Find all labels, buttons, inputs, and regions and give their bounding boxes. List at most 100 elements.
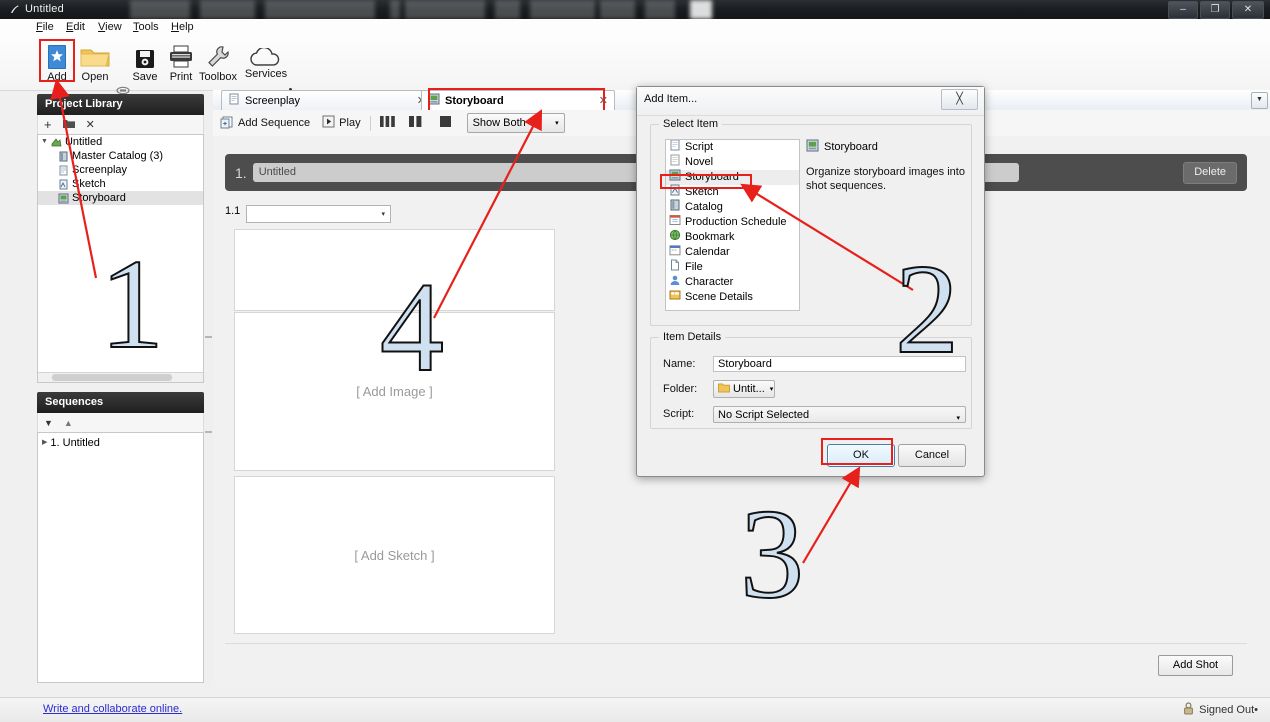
toolbar-open-button[interactable]: Open (70, 40, 120, 83)
toolbar-services-label: Services (238, 68, 294, 80)
titlebar-ghost-artifact (265, 0, 375, 19)
cancel-button[interactable]: Cancel (898, 444, 966, 467)
storyboard-icon (806, 139, 819, 155)
new-folder-icon[interactable] (63, 118, 75, 132)
close-button[interactable]: ✕ (1232, 1, 1264, 19)
add-item-icon[interactable]: + (44, 117, 52, 132)
move-up-icon[interactable]: ▲ (64, 418, 73, 428)
tree-item-master-catalog[interactable]: Master Catalog (3) (38, 149, 203, 163)
sketch-icon (58, 179, 69, 190)
list-item-novel[interactable]: Novel (666, 155, 799, 170)
tree-item-sketch[interactable]: Sketch (38, 177, 203, 191)
show-mode-dropdown[interactable]: Show Both ▾ (467, 113, 565, 133)
three-column-view-icon[interactable] (380, 115, 395, 131)
user-lock-icon (1183, 702, 1194, 718)
list-item-label: Script (685, 140, 713, 155)
titlebar-ghost-artifact (495, 0, 520, 19)
menubar: FFileile Edit View Tools Help (0, 19, 1270, 37)
dialog-titlebar: Add Item... ╳ (637, 87, 984, 116)
single-column-view-icon[interactable] (440, 115, 451, 131)
titlebar-ghost-artifact (645, 0, 675, 19)
annotation-number-4: 4 (380, 263, 444, 391)
shot-number-label: 1.1 (225, 205, 240, 217)
add-sequence-label: Add Sequence (238, 117, 310, 129)
move-down-icon[interactable]: ▼ (44, 418, 53, 428)
list-item-catalog[interactable]: Catalog (666, 200, 799, 215)
remove-item-icon[interactable]: ✕ (86, 118, 95, 131)
panel-splitter[interactable] (204, 94, 213, 691)
name-field-label: Name: (663, 358, 695, 370)
show-mode-label: Show Both (473, 117, 526, 129)
tab-screenplay[interactable]: Screenplay ✕ (221, 90, 433, 110)
menu-edit[interactable]: Edit (62, 21, 89, 33)
menu-help[interactable]: Help (167, 21, 198, 33)
folder-dropdown-button[interactable]: Untit... ▾ (713, 380, 775, 398)
titlebar-ghost-artifact (530, 0, 595, 19)
shot-select-dropdown[interactable]: ▾ (246, 205, 391, 223)
titlebar-ghost-artifact (690, 0, 712, 19)
toolbar-toolbox-button[interactable]: Toolbox (193, 40, 243, 83)
play-button[interactable]: Play (322, 115, 360, 131)
window-controls: – ❐ ✕ (1168, 1, 1264, 19)
project-icon (51, 137, 62, 148)
list-item-character[interactable]: Character (666, 275, 799, 290)
feather-pen-icon (9, 4, 20, 15)
menu-view[interactable]: View (94, 21, 126, 33)
list-item-label: Character (685, 275, 733, 290)
list-item-label: Calendar (685, 245, 730, 260)
list-item-calendar[interactable]: Calendar (666, 245, 799, 260)
titlebar-ghost-artifact (390, 0, 400, 19)
menu-tools[interactable]: Tools (129, 21, 163, 33)
list-item-file[interactable]: File (666, 260, 799, 275)
storyboard-list-item-highlight (660, 174, 752, 189)
sequence-delete-button[interactable]: Delete (1183, 162, 1237, 184)
item-type-list[interactable]: Script Novel Storyboard Sketch Catalog P… (665, 139, 800, 311)
statusbar: Write and collaborate online. Signed Out… (0, 697, 1270, 722)
chevron-down-icon: ▾ (770, 385, 774, 393)
select-item-group-label: Select Item (659, 118, 722, 130)
toolbar-services-button[interactable]: Services (238, 46, 294, 80)
script-dropdown[interactable]: No Script Selected ▾ (713, 406, 966, 423)
list-item-scene-details[interactable]: Scene Details (666, 290, 799, 305)
minimize-button[interactable]: – (1168, 1, 1198, 19)
preview-title-label: Storyboard (824, 141, 878, 153)
restore-button[interactable]: ❐ (1200, 1, 1230, 19)
storyboard-tab-highlight (428, 88, 605, 112)
menu-file[interactable]: FFileile (32, 21, 58, 33)
collaborate-link[interactable]: Write and collaborate online. (43, 703, 182, 715)
list-item-bookmark[interactable]: Bookmark (666, 230, 799, 245)
account-status-label: Signed Out• (1199, 704, 1258, 716)
add-sketch-slot[interactable]: [ Add Sketch ] (234, 476, 555, 634)
chevron-down-icon[interactable]: ▼ (41, 135, 48, 149)
sequences-list[interactable]: ▶ 1. Untitled (37, 432, 204, 683)
list-item-label: Novel (685, 155, 713, 170)
sequence-list-item[interactable]: ▶ 1. Untitled (38, 436, 203, 450)
scene-details-icon (669, 289, 681, 306)
dialog-close-button[interactable]: ╳ (941, 89, 978, 110)
tabs-overflow-button[interactable]: ▼ (1251, 92, 1268, 109)
dialog-title: Add Item... (644, 93, 697, 105)
tree-item-storyboard[interactable]: Storyboard (38, 191, 203, 205)
add-shot-button[interactable]: Add Shot (1158, 655, 1233, 676)
chevron-right-icon[interactable]: ▶ (42, 436, 47, 450)
tree-item-untitled[interactable]: ▼ Untitled (38, 135, 203, 149)
titlebar-ghost-artifact (405, 0, 485, 19)
scrollbar-thumb[interactable] (52, 374, 172, 381)
main-toolbar: Add Open Save (0, 36, 1270, 91)
item-details-group-label: Item Details (659, 331, 725, 343)
tree-item-label: Master Catalog (3) (72, 149, 163, 163)
list-item-label: Production Schedule (685, 215, 787, 230)
tree-item-screenplay[interactable]: Screenplay (38, 163, 203, 177)
toolbar-open-label: Open (70, 71, 120, 83)
add-button-highlight (39, 39, 75, 82)
chevron-down-icon: ▾ (381, 210, 385, 218)
account-status[interactable]: Signed Out• (1183, 702, 1258, 718)
two-column-view-icon[interactable] (409, 115, 422, 131)
list-item-script[interactable]: Script (666, 140, 799, 155)
canvas-divider (225, 643, 1247, 644)
add-sequence-button[interactable]: Add Sequence (220, 115, 310, 132)
titlebar-ghost-artifact (600, 0, 635, 19)
titlebar-ghost-artifact (130, 0, 190, 19)
list-item-production-schedule[interactable]: Production Schedule (666, 215, 799, 230)
annotation-number-3: 3 (740, 490, 804, 618)
